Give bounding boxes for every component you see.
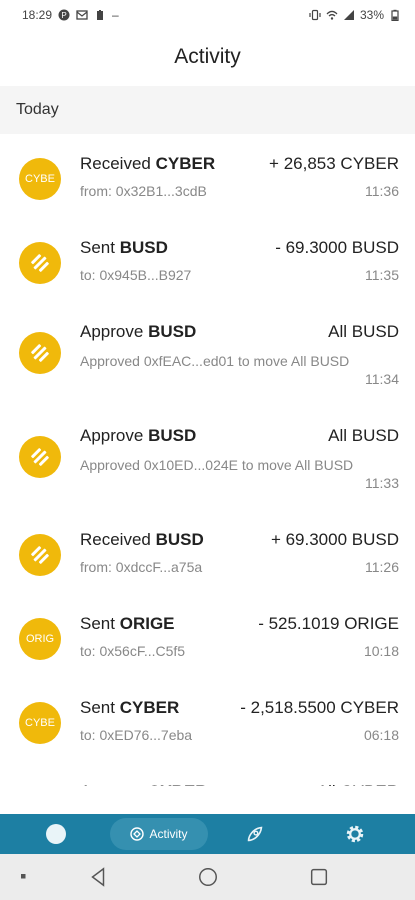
bottom-tab-bar: Activity [0,814,415,854]
activity-action: Approve [80,426,144,445]
activity-row[interactable]: Received BUSD + 69.3000 BUSD from: 0xdccF.… [0,510,415,594]
activity-amount: - 2,518.5500 CYBER [240,698,399,717]
activity-row[interactable]: Approve BUSD All BUSD Approved 0xfEAC...ed… [0,302,415,406]
cyber-token-icon: CYBE [19,158,61,200]
activity-row[interactable]: ORIG Sent ORIGE - 525.1019 ORIGE to: 0x56cF… [0,594,415,678]
rocket-icon [247,826,263,842]
activity-title: Received BUSD [80,530,204,550]
activity-title: Approve BUSD [80,322,196,342]
orige-token-icon: ORIG [19,618,61,660]
activity-action: Sent [80,238,115,257]
recents-icon[interactable] [307,865,331,889]
activity-subtitle: Approved 0xfEAC...ed01 to move All BUSD [80,353,350,369]
activity-action: Sent [80,698,115,717]
activity-row[interactable]: CYBE Sent CYBER - 2,518.5500 CYBER to: 0xED… [0,678,415,762]
busd-token-icon [19,242,61,284]
busd-token-icon [19,436,61,478]
activity-title: Sent ORIGE [80,614,175,634]
tab-discover[interactable] [243,822,267,846]
activity-amount: + 26,853 CYBER [269,154,399,173]
busd-logo-icon [31,448,49,466]
activity-time: 11:26 [365,559,399,575]
battery-icon [389,9,401,21]
gear-icon [346,825,364,843]
activity-token: BUSD [148,322,197,341]
status-bar: 18:29 P – 33% [0,0,415,30]
battery-saver-icon [94,9,106,21]
section-header-today: Today [0,86,415,134]
activity-subtitle: from: 0x32B1...3cdB [80,183,207,199]
busd-token-icon [19,534,61,576]
svg-text:P: P [61,11,66,20]
activity-time: 11:34 [365,371,399,387]
activity-action: Sent [80,614,115,633]
activity-subtitle: to: 0xED76...7eba [80,727,193,743]
activity-time: 11:33 [365,475,399,491]
token-icon-label: CYBE [25,173,55,185]
activity-subtitle: to: 0x945B...B927 [80,267,192,283]
activity-action: Approve [80,322,144,341]
busd-logo-icon [31,254,49,272]
activity-title: Sent BUSD [80,238,168,258]
activity-token: BUSD [155,530,204,549]
tab-activity-label: Activity [149,827,188,841]
activity-amount: + 69.3000 BUSD [270,530,399,549]
activity-time: 06:18 [363,727,399,743]
activity-token: CYBER [155,154,216,173]
tab-wallet[interactable] [46,824,66,844]
vibrate-icon [309,9,321,21]
pinterest-icon: P [58,9,70,21]
token-icon-label: ORIG [25,633,55,645]
token-icon-label: CYBE [25,717,55,729]
tab-activity[interactable]: Activity [110,818,208,850]
activity-time: 11:35 [365,267,399,283]
signal-icon [343,9,355,21]
busd-logo-icon [31,546,49,564]
activity-list: CYBE Received CYBER + 26,853 CYBER from: 0x… [0,134,415,804]
list-bottom-edge [0,786,415,814]
status-time: 18:29 [22,8,53,22]
activity-token: BUSD [119,238,168,257]
cyber-token-icon: CYBE [19,702,61,744]
activity-row[interactable]: Approve BUSD All BUSD Approved 0x10ED...02… [0,406,415,510]
activity-subtitle: to: 0x56cF...C5f5 [80,643,186,659]
busd-token-icon [19,332,61,374]
activity-subtitle: Approved 0x10ED...024E to move All BUSD [80,457,354,473]
busd-logo-icon [31,344,49,362]
activity-row[interactable]: CYBE Received CYBER + 26,853 CYBER from: 0x… [0,134,415,218]
activity-amount: - 525.1019 ORIGE [258,614,399,633]
activity-action: Received [80,154,151,173]
activity-time: 11:36 [365,183,399,199]
activity-token: BUSD [148,426,197,445]
activity-time: 10:18 [363,643,399,659]
battery-percent: 33% [359,8,384,22]
activity-title: Approve BUSD [80,426,196,446]
nav-dot-icon[interactable] [20,873,28,881]
activity-token: CYBER [119,698,180,717]
activity-amount: All BUSD [328,426,399,445]
page-title: Activity [0,30,415,84]
activity-icon [130,827,145,841]
activity-amount: All BUSD [328,322,399,341]
status-dash: – [112,8,119,22]
activity-title: Received CYBER [80,154,215,174]
home-icon[interactable] [196,865,220,889]
back-icon[interactable] [86,865,110,889]
mail-icon [76,9,88,21]
wifi-icon [326,9,338,21]
activity-action: Received [80,530,151,549]
activity-token: ORIGE [119,614,175,633]
activity-row[interactable]: Sent BUSD - 69.3000 BUSD to: 0x945B...B927… [0,218,415,302]
tab-settings[interactable] [343,822,367,846]
system-nav-bar [0,854,415,900]
activity-amount: - 69.3000 BUSD [275,238,399,257]
activity-title: Sent CYBER [80,698,179,718]
activity-subtitle: from: 0xdccF...a75a [80,559,203,575]
